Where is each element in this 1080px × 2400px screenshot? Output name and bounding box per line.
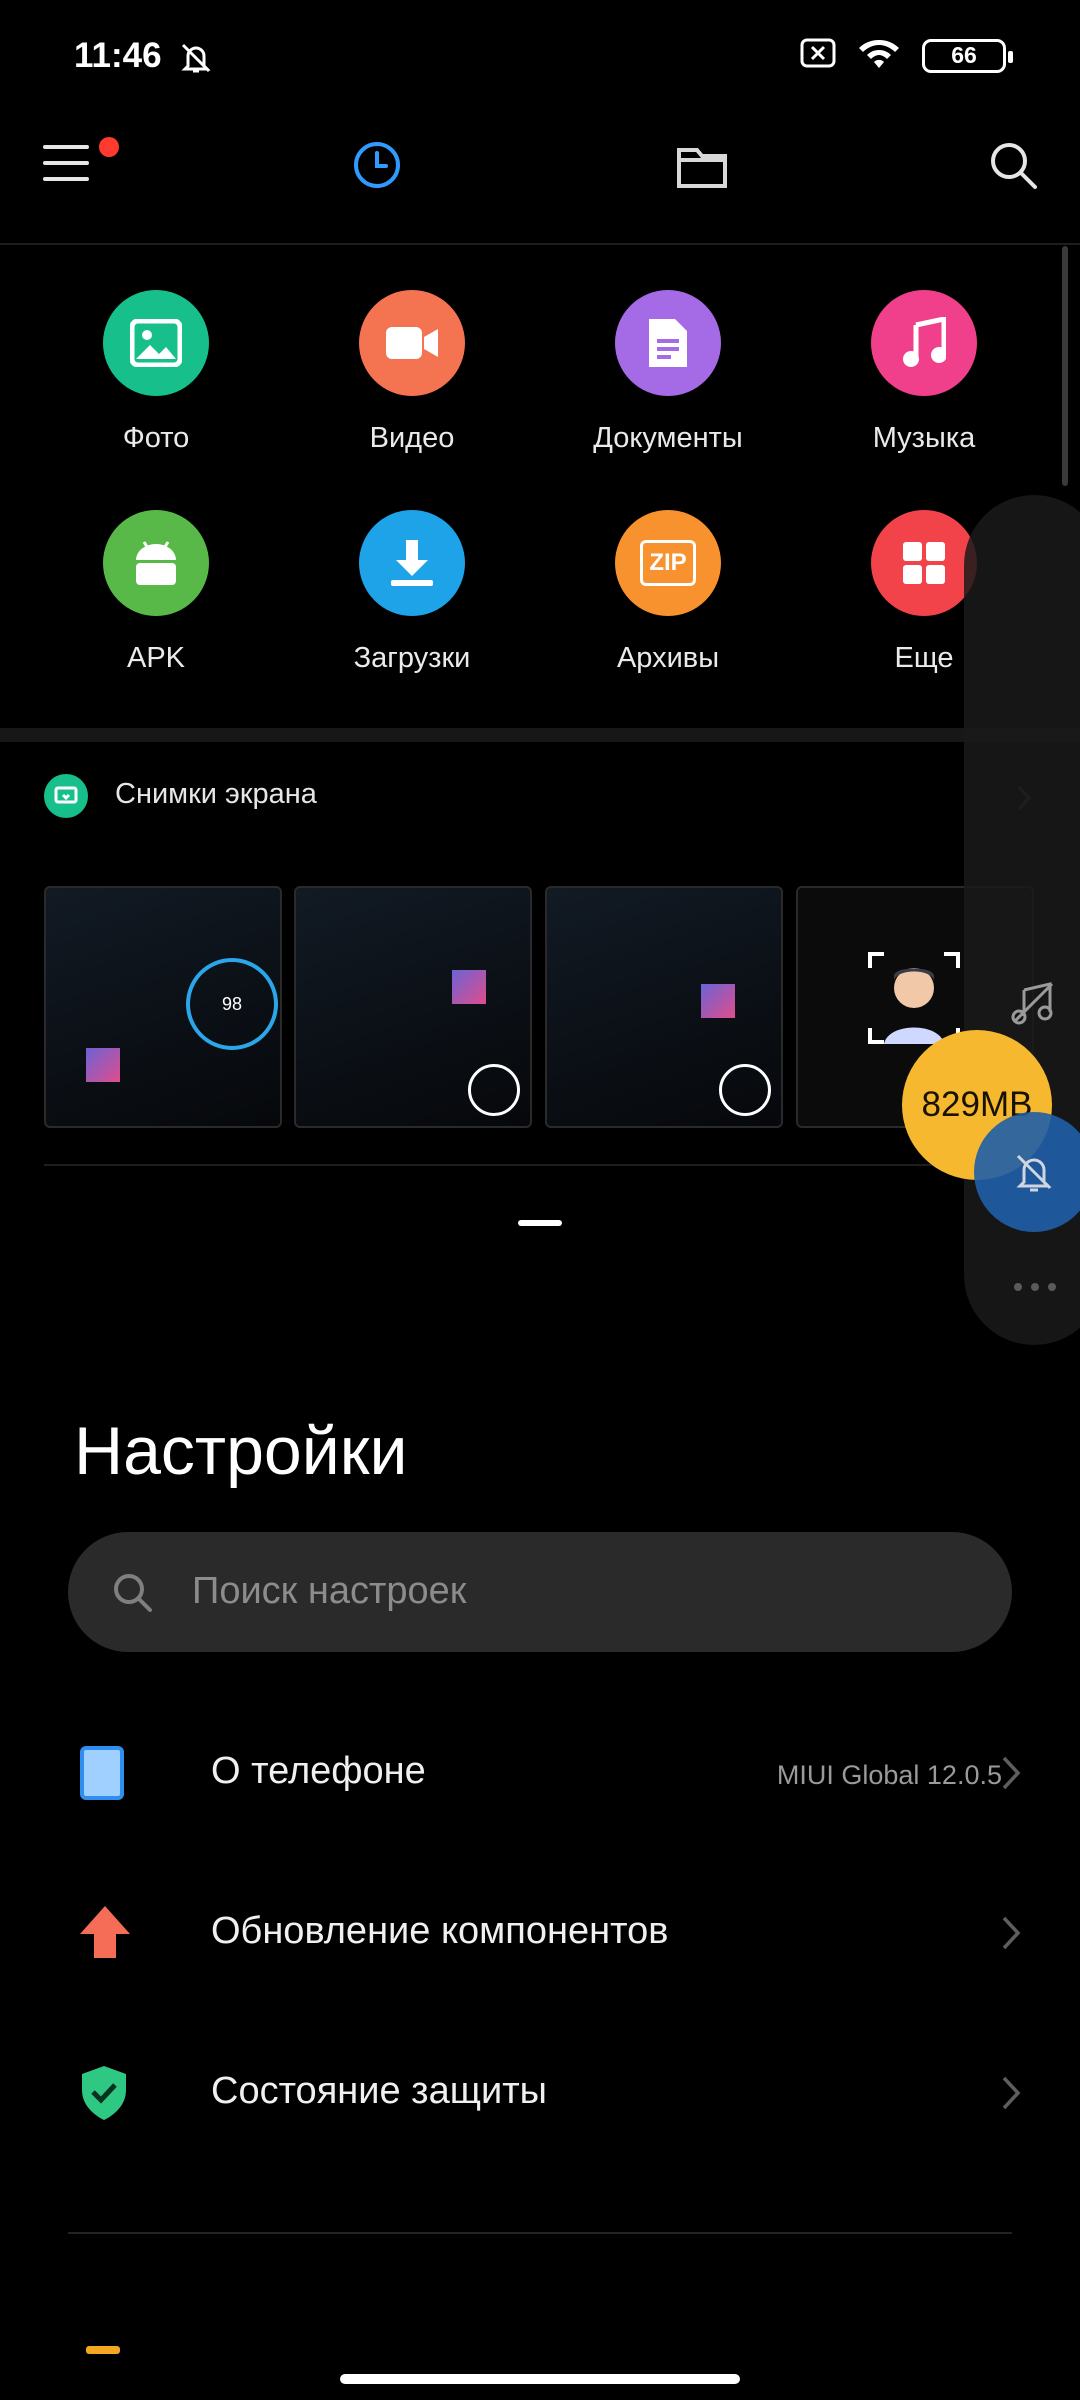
document-icon	[615, 290, 721, 396]
status-icons: 66	[800, 36, 1013, 75]
settings-divider	[68, 2232, 1012, 2234]
section-title[interactable]: Снимки экрана	[115, 778, 317, 811]
zip-badge: ZIP	[640, 540, 696, 586]
sim-off-icon	[800, 38, 836, 73]
partial-icon	[86, 2346, 120, 2354]
search-placeholder: Поиск настроек	[192, 1570, 467, 1612]
row-label: О телефоне	[211, 1750, 426, 1792]
category-downloads[interactable]: Загрузки	[284, 510, 540, 675]
notification-dot	[99, 137, 119, 157]
miui-logo-icon	[701, 984, 735, 1018]
page-title: Настройки	[74, 1413, 408, 1489]
category-label: Архивы	[616, 642, 720, 674]
capture-circle-icon	[719, 1064, 771, 1116]
photo-icon	[103, 290, 209, 396]
capture-circle-icon	[468, 1064, 520, 1116]
thumbnail-score: 98	[186, 958, 278, 1050]
download-icon	[359, 510, 465, 616]
video-icon	[359, 290, 465, 396]
battery-indicator: 66	[922, 38, 1013, 73]
row-value: MIUI Global 12.0.5	[776, 1760, 1002, 1790]
category-label: APK	[126, 642, 186, 674]
chevron-right-icon	[1000, 1754, 1024, 1797]
category-archives[interactable]: ZIP Архивы	[540, 510, 796, 675]
grid-icon	[871, 510, 977, 616]
silent-bell-icon	[178, 40, 214, 81]
bell-off-icon	[1012, 1150, 1056, 1199]
category-apk[interactable]: APK	[28, 510, 284, 675]
settings-row-about-phone[interactable]: О телефоне MIUI Global 12.0.5	[0, 1704, 1080, 1844]
android-icon	[103, 510, 209, 616]
category-music[interactable]: Музыка	[796, 290, 1052, 455]
scrollbar[interactable]	[1062, 246, 1068, 486]
category-label: Загрузки	[353, 642, 471, 674]
update-arrow-icon	[78, 1904, 132, 1965]
section-divider	[0, 728, 1080, 742]
shield-check-icon	[78, 2064, 130, 2127]
screenshot-thumbnail[interactable]	[294, 886, 532, 1128]
folder-icon[interactable]	[676, 142, 728, 195]
wifi-icon	[858, 36, 900, 75]
toolbar-divider	[0, 243, 1080, 245]
category-label: Документы	[593, 422, 743, 454]
row-label: Состояние защиты	[211, 2070, 547, 2112]
zip-icon: ZIP	[615, 510, 721, 616]
more-dots-icon[interactable]	[1012, 1280, 1058, 1298]
menu-icon[interactable]	[42, 142, 90, 189]
home-indicator[interactable]	[340, 2374, 740, 2384]
music-icon	[871, 290, 977, 396]
miui-logo-icon	[86, 1048, 120, 1082]
drag-handle[interactable]	[518, 1220, 562, 1226]
screenshot-thumbnail[interactable]: 98	[44, 886, 282, 1128]
category-video[interactable]: Видео	[284, 290, 540, 455]
screenshot-thumbnail[interactable]	[545, 886, 783, 1128]
screenshot-icon	[44, 774, 88, 818]
chevron-right-icon	[1000, 2074, 1024, 2117]
status-time: 11:46	[74, 36, 162, 75]
miui-logo-icon	[452, 970, 486, 1004]
search-icon	[110, 1570, 154, 1619]
row-label: Обновление компонентов	[211, 1910, 669, 1952]
category-documents[interactable]: Документы	[540, 290, 796, 455]
face-avatar-icon	[868, 952, 960, 1044]
settings-row-component-update[interactable]: Обновление компонентов	[0, 1864, 1080, 2004]
recent-clock-icon[interactable]	[352, 140, 402, 195]
music-off-icon[interactable]	[1010, 980, 1056, 1031]
category-label: Видео	[369, 422, 455, 454]
phone-icon	[80, 1746, 124, 1805]
category-label: Фото	[122, 422, 190, 454]
search-icon[interactable]	[988, 140, 1038, 195]
chevron-right-icon	[1000, 1914, 1024, 1957]
category-label: Музыка	[872, 422, 976, 454]
settings-row-security-status[interactable]: Состояние защиты	[0, 2024, 1080, 2164]
list-divider	[44, 1164, 1024, 1166]
category-photo[interactable]: Фото	[28, 290, 284, 455]
